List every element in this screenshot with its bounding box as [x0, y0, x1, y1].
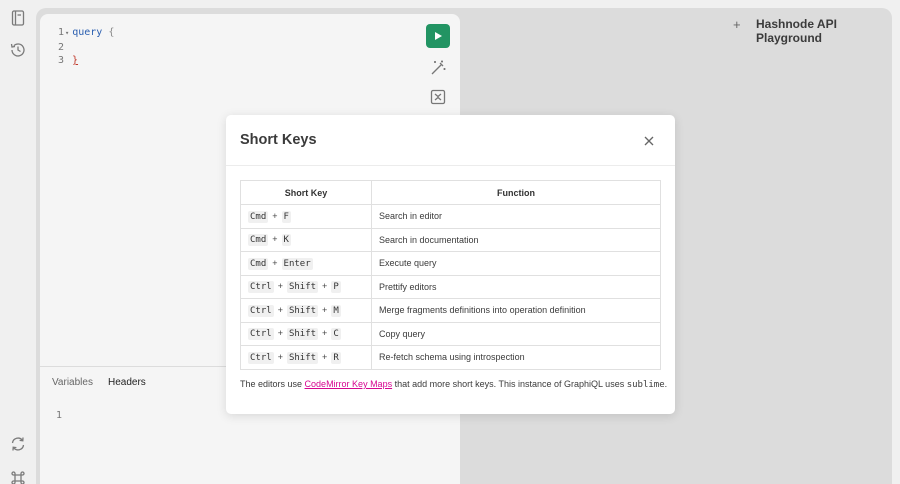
table-row: Cmd + Enter Execute query — [240, 251, 661, 276]
function-cell: Search in documentation — [371, 227, 661, 252]
function-cell: Copy query — [371, 321, 661, 346]
shortcut-cell: Ctrl + Shift + M — [240, 298, 372, 323]
table-row: Ctrl + Shift + M Merge fragments definitions… — [240, 298, 661, 323]
tab-variables[interactable]: Variables — [52, 377, 93, 388]
app-title: Hashnode API Playground — [756, 17, 837, 45]
tab-headers[interactable]: Headers — [108, 377, 146, 388]
dialog-title: Short Keys — [240, 132, 317, 148]
variables-line-number: 1 — [56, 410, 63, 421]
footnote: The editors use CodeMirror Key Maps that… — [240, 379, 668, 390]
dialog-separator — [226, 165, 675, 166]
table-row: Ctrl + Shift + P Prettify editors — [240, 274, 661, 299]
play-icon — [435, 32, 442, 40]
short-keys-dialog: Short Keys Short Key Function Cmd + F Sear… — [226, 115, 675, 414]
function-cell: Execute query — [371, 251, 661, 276]
query-editor[interactable]: 1▾ query { 2 3} — [54, 26, 114, 68]
shortcut-cell: Cmd + K — [240, 227, 372, 252]
shortcut-cell: Ctrl + Shift + P — [240, 274, 372, 299]
merge-fragments-icon[interactable] — [429, 88, 447, 106]
shortkeys-icon[interactable] — [9, 469, 27, 484]
execute-query-button[interactable] — [426, 24, 450, 48]
prettify-icon[interactable] — [429, 59, 447, 77]
history-icon[interactable] — [9, 41, 27, 59]
shortcut-cell: Ctrl + Shift + R — [240, 345, 372, 370]
function-cell: Re-fetch schema using introspection — [371, 345, 661, 370]
add-tab-icon[interactable]: + — [733, 17, 741, 32]
code-line: 3} — [57, 55, 79, 66]
docs-icon[interactable] — [9, 9, 27, 27]
function-cell: Search in editor — [371, 204, 661, 229]
codemirror-keymaps-link[interactable]: CodeMirror Key Maps — [305, 379, 393, 389]
table-row: Cmd + K Search in documentation — [240, 227, 661, 252]
shortcut-cell: Cmd + Enter — [240, 251, 372, 276]
close-icon[interactable] — [643, 135, 655, 147]
function-cell: Prettify editors — [371, 274, 661, 299]
keymap-name: sublime — [626, 380, 665, 390]
column-header: Short Key — [240, 180, 372, 205]
table-row: Cmd + F Search in editor — [240, 204, 661, 229]
refetch-schema-icon[interactable] — [9, 435, 27, 453]
table-header-row: Short Key Function — [240, 180, 661, 205]
code-line: 1▾ query { — [57, 27, 115, 38]
sidebar — [0, 0, 36, 484]
fold-arrow-icon[interactable]: ▾ — [65, 29, 69, 37]
table-row: Ctrl + Shift + R Re-fetch schema using intro… — [240, 345, 661, 370]
short-keys-table: Short Key Function Cmd + F Search in edito… — [240, 180, 661, 370]
function-cell: Merge fragments definitions into operati… — [371, 298, 661, 323]
shortcut-cell: Ctrl + Shift + C — [240, 321, 372, 346]
column-header: Function — [371, 180, 661, 205]
table-row: Ctrl + Shift + C Copy query — [240, 321, 661, 346]
shortcut-cell: Cmd + F — [240, 204, 372, 229]
code-line: 2 — [57, 41, 64, 53]
